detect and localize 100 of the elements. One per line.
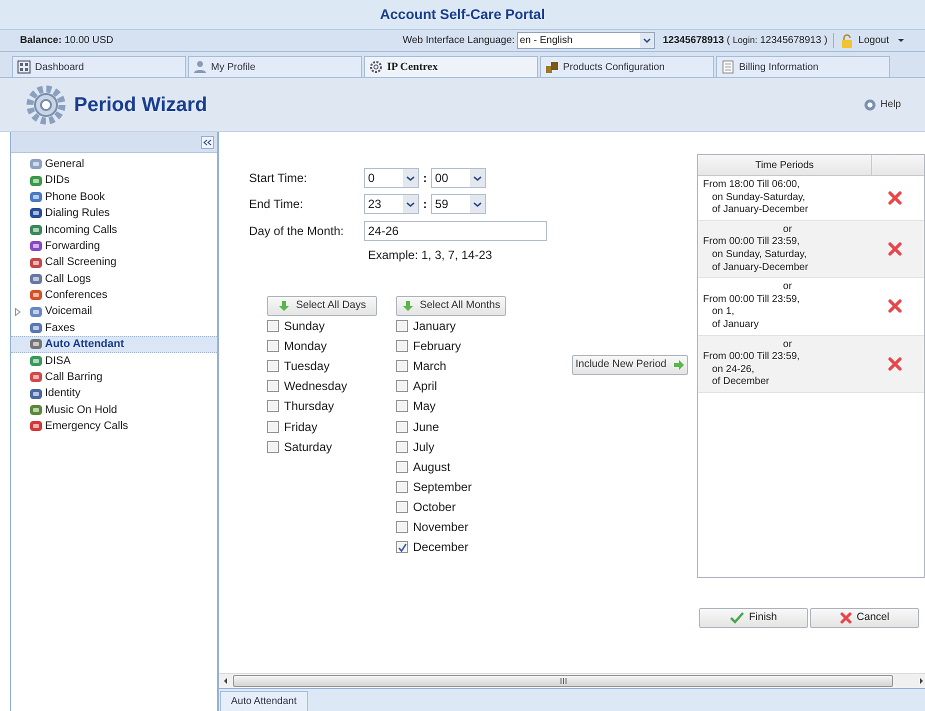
sidebar-item[interactable]: Conferences [11, 287, 217, 304]
sidebar-item[interactable]: Call Screening [11, 254, 217, 271]
sidebar-item[interactable]: Forwarding [11, 238, 217, 254]
down-arrow-icon [278, 300, 290, 312]
checkbox-row[interactable]: Friday [267, 416, 378, 437]
sidebar-item[interactable]: Incoming Calls [11, 222, 217, 238]
checkbox-row[interactable]: February [396, 336, 507, 356]
time-select[interactable]: 00 [431, 168, 486, 188]
sidebar-item[interactable]: DISA [11, 352, 217, 370]
checkbox-row[interactable]: Saturday [267, 436, 378, 457]
tab[interactable]: Billing Information [716, 56, 890, 77]
checkbox[interactable] [396, 360, 408, 372]
checkbox-row[interactable]: Sunday [267, 316, 378, 336]
checkbox[interactable] [396, 480, 408, 493]
sidebar-item[interactable]: Music On Hold [11, 402, 217, 418]
sidebar-item[interactable]: Phone Book [11, 188, 217, 206]
select-all-days-button[interactable]: Select All Days [267, 296, 377, 316]
example-hint: Example: 1, 3, 7, 14-23 [368, 247, 494, 264]
delete-button[interactable] [888, 299, 902, 314]
period-text: of January-December [711, 262, 810, 274]
collapse-button[interactable] [201, 136, 214, 148]
sidebar-item[interactable]: Call Barring [11, 369, 217, 386]
checkbox-row[interactable]: June [396, 416, 507, 437]
person-icon [193, 60, 207, 74]
checkbox[interactable] [267, 380, 279, 392]
delete-button[interactable] [888, 190, 902, 205]
language-select[interactable]: en - English [516, 32, 655, 49]
time-select[interactable]: 59 [431, 194, 486, 214]
tab[interactable]: IP Centrex [364, 56, 538, 77]
period-text: of January-December [711, 204, 810, 217]
time-select[interactable]: 23 [364, 194, 419, 214]
checkbox-row[interactable]: Thursday [267, 396, 378, 416]
document-icon [721, 60, 735, 74]
checkbox-row[interactable]: Wednesday [267, 376, 378, 396]
sidebar-item[interactable]: Call Logs [11, 270, 217, 288]
bottom-tab[interactable]: Auto Attendant [220, 691, 308, 711]
checkbox-row[interactable]: November [396, 516, 507, 538]
cross-icon [888, 242, 902, 256]
field-label: Day of the Month: [249, 223, 345, 240]
checkbox[interactable] [396, 340, 408, 352]
checkbox-row[interactable]: January [396, 316, 507, 336]
checkbox[interactable] [267, 420, 279, 433]
period-row[interactable]: or From 00:00 Till 23:59, on 24-26, of December [698, 336, 924, 393]
checkbox-row[interactable]: May [396, 396, 507, 416]
checkbox[interactable] [396, 440, 408, 453]
checkbox[interactable] [267, 440, 279, 453]
sidebar-item[interactable]: Dialing Rules [11, 205, 217, 222]
checkbox[interactable] [396, 520, 408, 533]
sidebar-item[interactable]: Emergency Calls [11, 418, 217, 435]
grid-icon [17, 60, 31, 74]
checkbox-row[interactable]: April [396, 376, 507, 396]
finish-button[interactable]: Finish [699, 608, 808, 628]
day-of-month-field[interactable]: 24-26 [364, 221, 547, 241]
checkbox-row[interactable]: July [396, 436, 507, 457]
checkbox[interactable] [267, 400, 279, 412]
checkbox-row[interactable]: December [396, 537, 507, 558]
checkbox[interactable] [396, 460, 408, 473]
checkbox[interactable] [396, 420, 408, 433]
grip-icon [560, 678, 566, 684]
right-arrow-icon [919, 677, 925, 685]
checkbox[interactable] [396, 500, 408, 513]
include-new-period-button[interactable]: Include New Period [572, 355, 688, 375]
cancel-button[interactable]: Cancel [810, 608, 919, 628]
checkbox-row[interactable]: Tuesday [267, 356, 378, 376]
time-select[interactable]: 0 [364, 168, 419, 188]
checkbox[interactable] [267, 340, 279, 352]
page-title: Period Wizard [74, 92, 208, 118]
period-text: on 1, [711, 306, 736, 319]
sidebar-item[interactable]: Voicemail [11, 304, 217, 320]
delete-button[interactable] [888, 356, 902, 371]
sidebar-item[interactable]: Identity [11, 385, 217, 402]
period-row[interactable]: or From 00:00 Till 23:59, on Sunday, Saturday, of January-December [698, 220, 924, 278]
select-all-months-button[interactable]: Select All Months [396, 296, 506, 316]
or-text: or [782, 224, 793, 236]
dropdown-icon [640, 33, 654, 48]
sidebar-item[interactable]: General [11, 156, 217, 172]
period-text: of January [711, 318, 760, 332]
checkbox[interactable] [267, 360, 279, 372]
checkbox[interactable] [396, 320, 408, 332]
help-link[interactable]: Help [864, 97, 901, 112]
checkbox-row[interactable]: March [396, 356, 507, 376]
checkbox[interactable] [267, 320, 279, 332]
checkbox[interactable] [396, 380, 408, 392]
delete-button[interactable] [888, 242, 902, 256]
sidebar-item[interactable]: DIDs [11, 172, 217, 189]
checkbox-row[interactable]: August [396, 456, 507, 477]
checkbox-row[interactable]: Monday [267, 336, 378, 356]
checkbox[interactable] [396, 400, 408, 412]
logout-button[interactable]: Logout [840, 33, 889, 48]
dropdown-icon [403, 195, 418, 213]
sidebar-item[interactable]: Auto Attendant [11, 336, 217, 353]
checkbox-row[interactable]: October [396, 496, 507, 517]
tab[interactable]: My Profile [188, 56, 362, 77]
dropdown-icon [470, 169, 485, 187]
tab[interactable]: Dashboard [12, 56, 186, 77]
checkbox[interactable] [396, 541, 408, 554]
sidebar-item[interactable]: Faxes [11, 320, 217, 336]
checkbox-row[interactable]: September [396, 476, 507, 497]
tab[interactable]: Products Configuration [540, 56, 714, 77]
horizontal-scrollbar[interactable] [219, 673, 925, 688]
